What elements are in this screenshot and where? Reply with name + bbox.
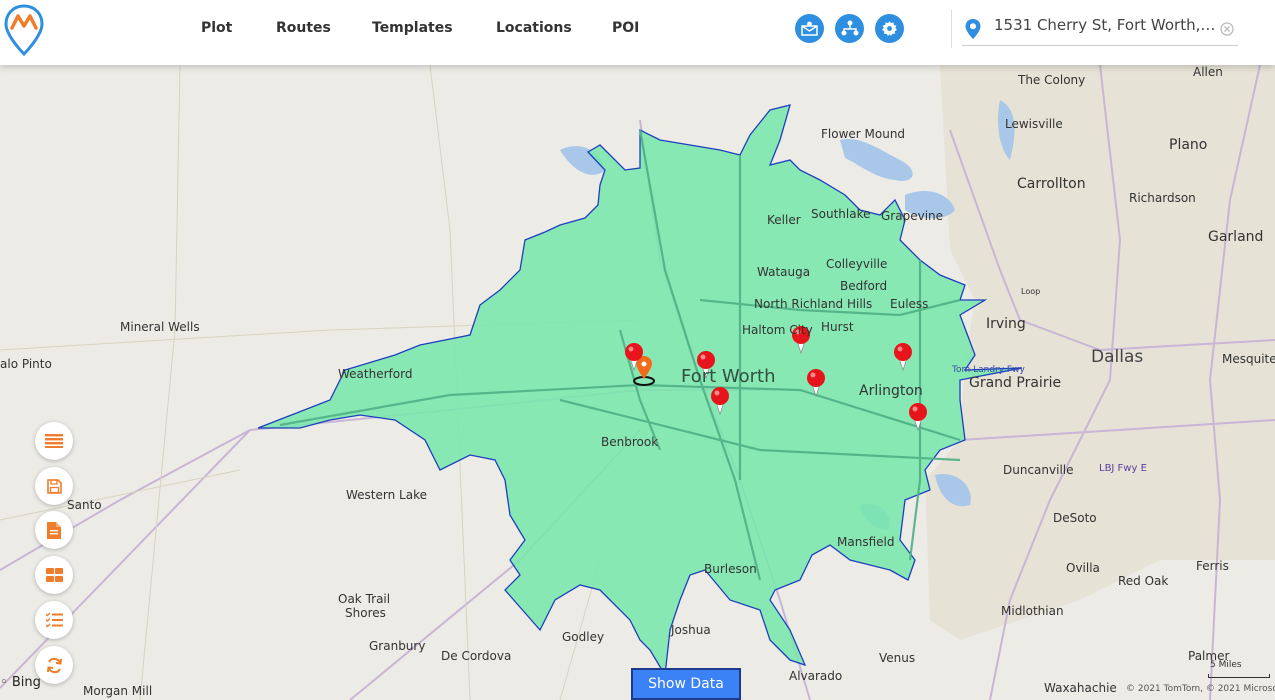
map-label: Burleson <box>704 562 757 576</box>
nav-poi[interactable]: POI <box>612 20 639 36</box>
layers-list-button[interactable] <box>35 422 73 460</box>
map-label: Bedford <box>840 279 888 293</box>
map-label: Tom Landry Fwy <box>952 365 1025 375</box>
save-button[interactable] <box>35 467 73 505</box>
map-label: Western Lake <box>346 488 427 502</box>
map-label: Allen <box>1193 65 1223 79</box>
map-label: Waxahachie <box>1044 681 1117 695</box>
location-pin-icon <box>965 19 981 39</box>
document-button[interactable] <box>35 511 73 549</box>
map-label: Joshua <box>671 623 711 637</box>
map-label: Dallas <box>1091 347 1144 367</box>
map-label: Colleyville <box>826 257 888 271</box>
map-label: Flower Mound <box>821 127 906 141</box>
map-label: Richardson <box>1129 191 1196 205</box>
map-label: Keller <box>767 213 801 227</box>
grid-icon <box>45 568 63 582</box>
map-label: The Colony <box>1018 73 1086 87</box>
nav-locations[interactable]: Locations <box>496 20 572 36</box>
map-label: Euless <box>890 297 929 311</box>
map-label: Grand Prairie <box>969 375 1062 391</box>
top-header: Plot Routes Templates Locations POI 1531… <box>0 0 1275 65</box>
document-icon <box>47 521 61 539</box>
clear-search-icon[interactable] <box>1220 22 1234 36</box>
map-label: Lewisville <box>1005 117 1063 131</box>
map-label: Weatherford <box>338 367 413 381</box>
show-data-button[interactable]: Show Data <box>631 668 741 700</box>
header-divider <box>951 10 952 48</box>
map-label: Arlington <box>859 383 923 399</box>
list-icon <box>45 434 63 448</box>
address-search-input[interactable]: 1531 Cherry St, Fort Worth, T… <box>994 16 1218 40</box>
app-logo-icon[interactable] <box>4 4 44 56</box>
nav-templates[interactable]: Templates <box>372 20 453 36</box>
map-label: Granbury <box>369 639 426 653</box>
map-label: Shores <box>345 606 386 620</box>
map-label: Morgan Mill <box>83 684 153 698</box>
map-label: Alvarado <box>789 669 843 683</box>
map-label: Midlothian <box>1001 604 1064 618</box>
map-label: Mesquite <box>1222 352 1275 366</box>
map-label: Oak Trail <box>338 592 391 606</box>
map-label: Venus <box>879 651 916 665</box>
map-label: Santo <box>67 498 102 512</box>
settings-gear-icon <box>882 21 897 36</box>
map-canvas[interactable]: The Colony Allen Lewisville Flower Mound… <box>0 65 1275 700</box>
map-label: Loop <box>1021 287 1041 296</box>
map-label: Haltom City <box>742 323 813 337</box>
map-label: Hurst <box>821 320 854 334</box>
map-label: North Richland Hills <box>754 297 873 311</box>
map-label: Mansfield <box>837 535 895 549</box>
map-label: DeSoto <box>1053 511 1097 525</box>
address-search: 1531 Cherry St, Fort Worth, T… <box>962 12 1238 46</box>
nav-plot[interactable]: Plot <box>201 20 232 36</box>
map-envelope-icon <box>801 21 818 36</box>
scale-bar <box>1208 674 1270 678</box>
map-label: Grapevine <box>881 209 944 223</box>
settings-button[interactable] <box>875 14 904 43</box>
map-label: De Cordova <box>441 649 512 663</box>
scale-label: 5 Miles <box>1210 660 1242 670</box>
map-label: Watauga <box>757 265 811 279</box>
bing-attribution: ◦ Bing <box>0 675 41 690</box>
map-label: Irving <box>986 316 1026 332</box>
map-label: Ferris <box>1196 559 1229 573</box>
map-base-layer <box>0 65 1275 700</box>
map-label: Godley <box>562 630 605 644</box>
map-label: Duncanville <box>1003 463 1074 477</box>
checklist-icon <box>45 612 63 628</box>
map-label: Benbrook <box>601 435 659 449</box>
map-copyright: © 2021 TomTom, © 2021 Microsoft <box>1126 684 1275 694</box>
refresh-icon <box>46 657 62 673</box>
map-label-fort-worth: Fort Worth <box>681 366 776 387</box>
map-label: Carrollton <box>1017 176 1086 192</box>
map-label: Plano <box>1169 137 1208 153</box>
map-envelope-button[interactable] <box>795 14 824 43</box>
checklist-button[interactable] <box>35 601 73 639</box>
map-label: Ovilla <box>1066 561 1100 575</box>
map-label: Red Oak <box>1118 574 1169 588</box>
map-label: LBJ Fwy E <box>1099 463 1147 474</box>
map-label: alo Pinto <box>0 357 52 371</box>
org-chart-button[interactable] <box>835 14 864 43</box>
nav-routes[interactable]: Routes <box>276 20 331 36</box>
org-chart-icon <box>841 20 858 36</box>
map-label: Mineral Wells <box>120 320 200 334</box>
save-icon <box>46 478 62 494</box>
map-label: Garland <box>1208 229 1264 245</box>
grid-view-button[interactable] <box>35 556 73 594</box>
bing-label: Bing <box>11 675 41 690</box>
map-label: Southlake <box>811 207 871 221</box>
